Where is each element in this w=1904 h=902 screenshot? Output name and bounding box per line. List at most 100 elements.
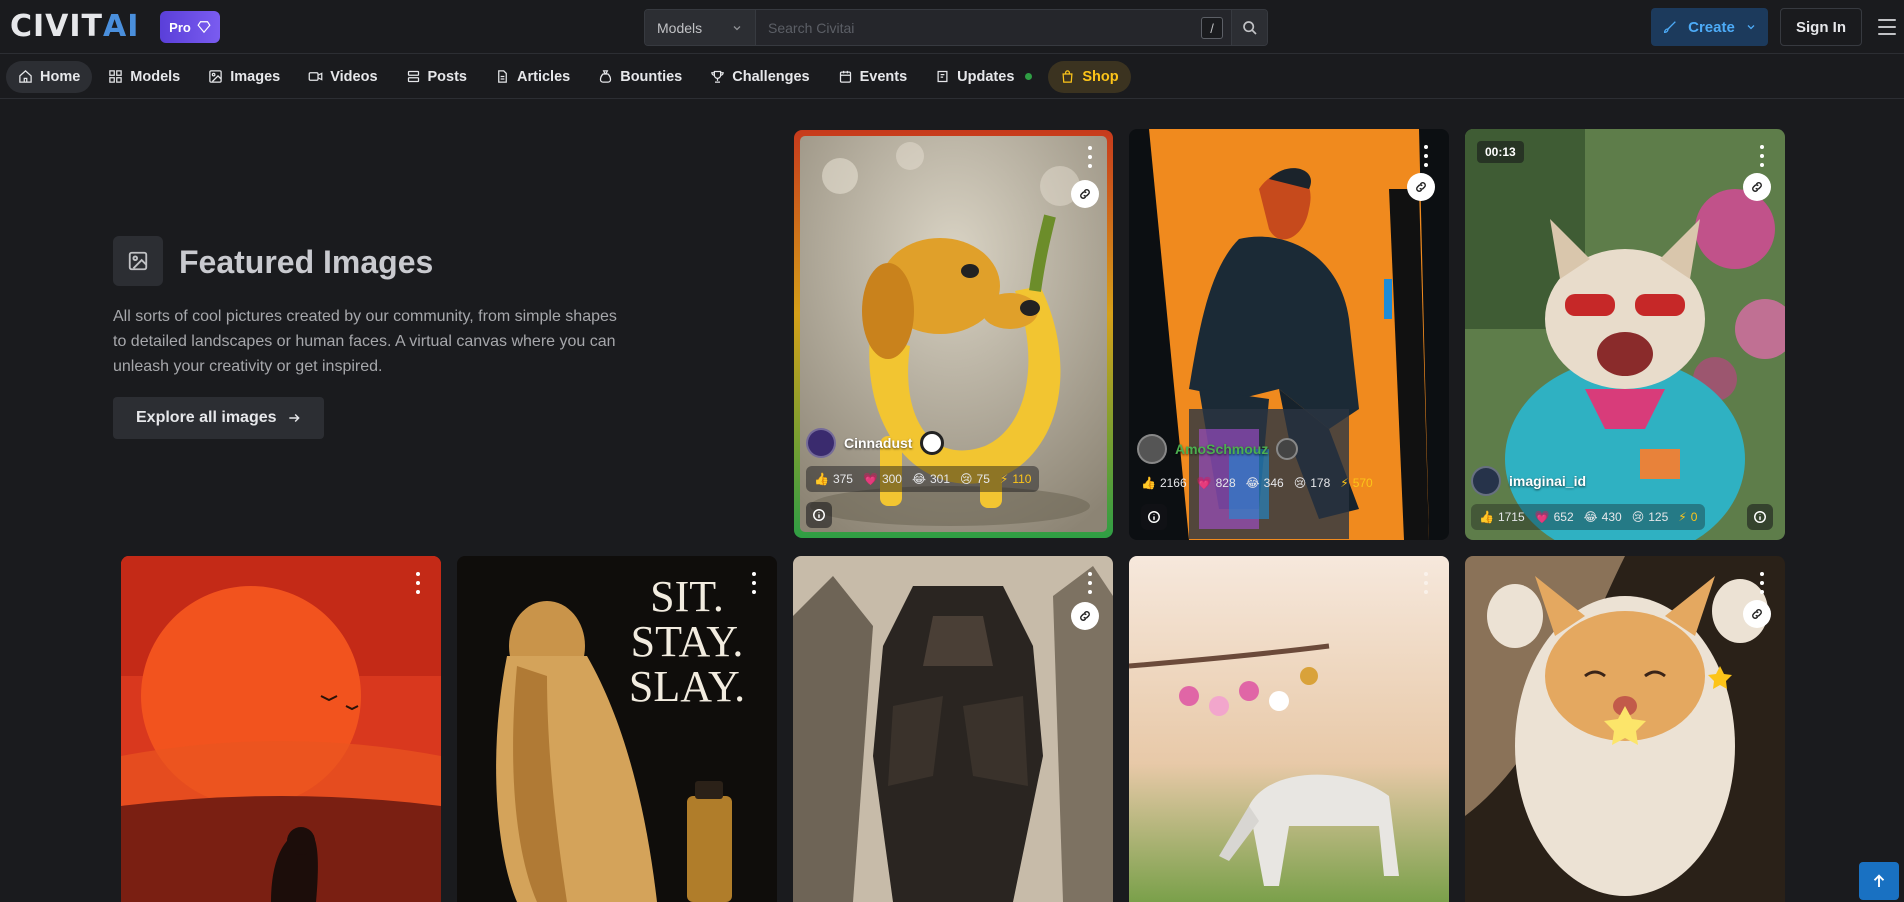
image-card[interactable] bbox=[1465, 556, 1785, 902]
pro-button[interactable]: Pro bbox=[160, 11, 220, 43]
avatar bbox=[806, 428, 836, 458]
remix-link-icon[interactable] bbox=[1743, 173, 1771, 201]
heart-reaction[interactable]: 💗 652 bbox=[1535, 510, 1574, 524]
heart-reaction[interactable]: 💗 300 bbox=[863, 472, 902, 486]
featured-images-hero: Featured Images All sorts of cool pictur… bbox=[113, 236, 633, 439]
logo-text-left: CIVIT bbox=[10, 8, 104, 44]
like-reaction[interactable]: 👍 2166 bbox=[1141, 476, 1187, 490]
more-options-icon[interactable] bbox=[1087, 146, 1093, 168]
nav-item-articles[interactable]: Articles bbox=[483, 61, 582, 93]
like-reaction[interactable]: 👍 375 bbox=[814, 472, 853, 486]
nav-item-updates[interactable]: Updates bbox=[923, 61, 1044, 93]
card-user[interactable]: AmoSchmouz bbox=[1137, 434, 1299, 464]
like-reaction[interactable]: 👍 1715 bbox=[1479, 510, 1525, 524]
card-user[interactable]: Cinnadust bbox=[806, 428, 945, 458]
info-icon[interactable] bbox=[1141, 504, 1167, 530]
nav-item-home[interactable]: Home bbox=[6, 60, 93, 93]
sign-in-button[interactable]: Sign In bbox=[1780, 8, 1862, 46]
search-button[interactable] bbox=[1231, 10, 1267, 45]
explore-label: Explore all images bbox=[136, 409, 277, 426]
search-bar: Models / bbox=[644, 9, 1268, 46]
video-card[interactable]: 00:13 imaginai_id 👍 1715 💗 652 😂 430 😢 125 ⚡… bbox=[1465, 129, 1785, 540]
nav-item-bounties[interactable]: Bounties bbox=[586, 61, 694, 93]
laugh-reaction[interactable]: 😂 301 bbox=[912, 472, 950, 486]
nav-item-challenges[interactable]: Challenges bbox=[698, 61, 821, 93]
search-scope-select[interactable]: Models bbox=[645, 10, 756, 45]
nav-label: Models bbox=[130, 68, 181, 85]
username: AmoSchmouz bbox=[1175, 441, 1269, 457]
posts-icon bbox=[407, 70, 419, 83]
article-icon bbox=[498, 70, 507, 83]
info-icon[interactable] bbox=[1747, 504, 1773, 530]
image-card[interactable]: SIT. STAY. SLAY. bbox=[457, 556, 777, 902]
svg-text:SLAY.: SLAY. bbox=[629, 662, 745, 711]
nav-label: Posts bbox=[427, 68, 468, 85]
diamond-icon bbox=[197, 21, 211, 34]
buzz-tip[interactable]: ⚡ 110 bbox=[1000, 472, 1032, 486]
image-card[interactable] bbox=[121, 556, 441, 902]
cry-reaction[interactable]: 😢 125 bbox=[1632, 510, 1669, 524]
nav-label: Challenges bbox=[732, 68, 810, 85]
more-options-icon[interactable] bbox=[1423, 145, 1429, 167]
nav-item-posts[interactable]: Posts bbox=[394, 61, 480, 93]
cry-reaction[interactable]: 😢 75 bbox=[960, 472, 990, 486]
explore-all-images-button[interactable]: Explore all images bbox=[113, 397, 324, 439]
card-user[interactable]: imaginai_id bbox=[1471, 466, 1586, 496]
image-card[interactable] bbox=[793, 556, 1113, 902]
remix-link-icon[interactable] bbox=[1407, 173, 1435, 201]
arrow-up-icon bbox=[1873, 874, 1885, 887]
buzz-tip[interactable]: ⚡ 0 bbox=[1678, 510, 1697, 524]
avatar bbox=[1137, 434, 1167, 464]
buzz-tip[interactable]: ⚡ 570 bbox=[1340, 476, 1372, 490]
nav-label: Events bbox=[859, 68, 908, 85]
nav-label: Videos bbox=[330, 68, 378, 85]
more-options-icon[interactable] bbox=[1087, 572, 1093, 594]
more-options-icon[interactable] bbox=[751, 572, 757, 594]
cry-reaction[interactable]: 😢 178 bbox=[1294, 476, 1331, 490]
reaction-bar: 👍 2166 💗 828 😂 346 😢 178 ⚡ 570 bbox=[1133, 470, 1381, 496]
image-icon bbox=[113, 236, 163, 286]
moneybag-icon bbox=[600, 70, 612, 83]
reaction-bar: 👍 1715 💗 652 😂 430 😢 125 ⚡ 0 bbox=[1471, 504, 1706, 530]
more-options-icon[interactable] bbox=[415, 572, 421, 594]
badge-icon bbox=[920, 431, 945, 455]
nav-item-shop[interactable]: Shop bbox=[1048, 60, 1131, 93]
nav-label: Articles bbox=[517, 68, 571, 85]
more-options-icon[interactable] bbox=[1759, 145, 1765, 167]
laugh-reaction[interactable]: 😂 346 bbox=[1246, 476, 1284, 490]
nav-label: Updates bbox=[957, 68, 1015, 85]
hamburger-menu-icon[interactable] bbox=[1876, 15, 1898, 39]
nav-label: Bounties bbox=[620, 68, 683, 85]
image-card[interactable]: Cinnadust 👍 375 💗 300 😂 301 😢 75 ⚡ 110 bbox=[794, 130, 1113, 538]
logo-text-right: AI bbox=[103, 8, 140, 44]
top-bar: CIVITAI Pro Models / Create Sign In bbox=[0, 0, 1904, 54]
info-icon[interactable] bbox=[806, 502, 832, 528]
laugh-reaction[interactable]: 😂 430 bbox=[1584, 510, 1622, 524]
remix-link-icon[interactable] bbox=[1071, 602, 1099, 630]
image-card[interactable]: AmoSchmouz 👍 2166 💗 828 😂 346 😢 178 ⚡ 570 bbox=[1129, 129, 1449, 540]
rock-golem-image bbox=[793, 556, 1113, 902]
remix-link-icon[interactable] bbox=[1743, 600, 1771, 628]
chevron-down-icon bbox=[1747, 25, 1755, 30]
image-card[interactable] bbox=[1129, 556, 1449, 902]
scroll-to-top-button[interactable] bbox=[1859, 862, 1899, 900]
create-button[interactable]: Create bbox=[1651, 8, 1768, 46]
nav-item-images[interactable]: Images bbox=[196, 61, 292, 93]
nav-item-events[interactable]: Events bbox=[826, 61, 920, 93]
brush-icon bbox=[1664, 21, 1676, 34]
create-label: Create bbox=[1688, 18, 1735, 36]
nav-item-models[interactable]: Models bbox=[96, 61, 192, 93]
more-options-icon[interactable] bbox=[1759, 572, 1765, 594]
more-options-icon[interactable] bbox=[1423, 572, 1429, 594]
civitai-logo[interactable]: CIVIT AI bbox=[10, 8, 140, 44]
nav-item-videos[interactable]: Videos bbox=[296, 61, 389, 93]
search-input[interactable] bbox=[756, 10, 1231, 45]
reaction-bar: 👍 375 💗 300 😂 301 😢 75 ⚡ 110 bbox=[806, 466, 1040, 492]
heart-reaction[interactable]: 💗 828 bbox=[1197, 476, 1236, 490]
remix-link-icon[interactable] bbox=[1071, 180, 1099, 208]
pro-label: Pro bbox=[169, 19, 191, 35]
nav-label: Shop bbox=[1082, 68, 1119, 85]
updates-indicator-dot bbox=[1025, 73, 1033, 80]
grid-icon bbox=[109, 70, 123, 83]
happy-kitten-image bbox=[1465, 556, 1785, 902]
